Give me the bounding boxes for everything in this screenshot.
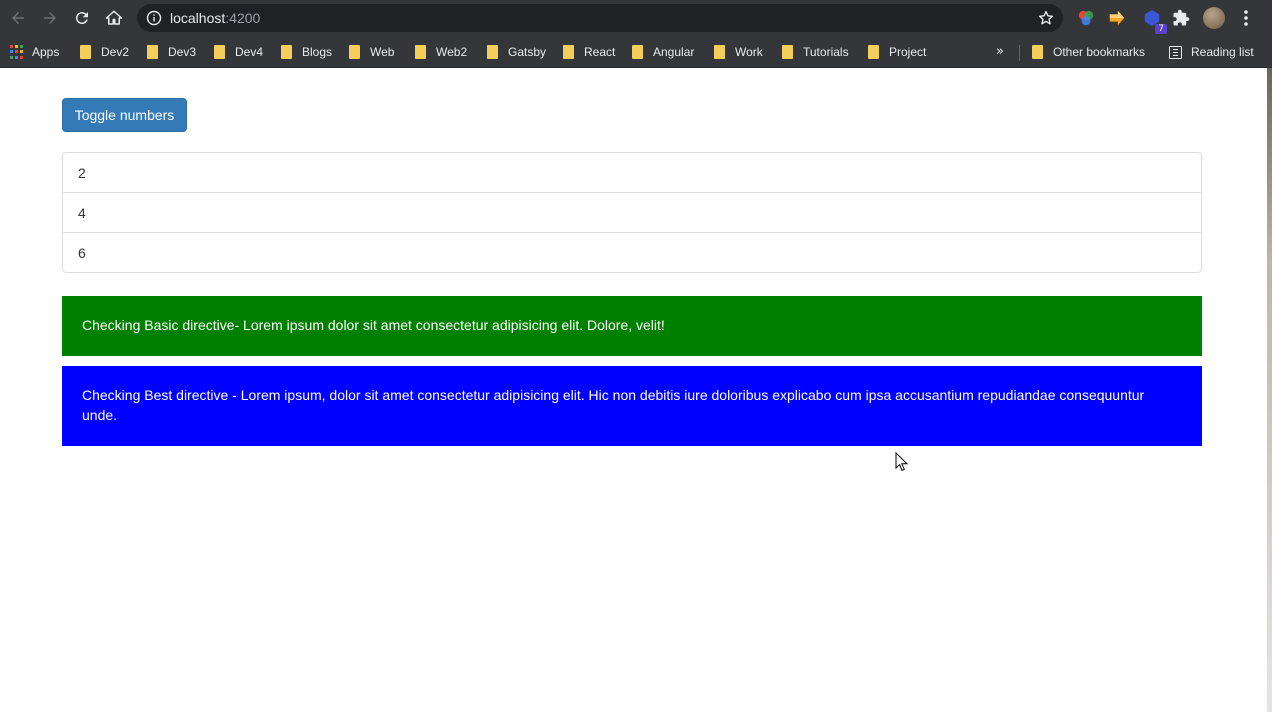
bookmark-folder-blogs[interactable]: Blogs [281,42,332,62]
extension-arrow-icon[interactable] [1107,8,1127,28]
bookmark-label: Blogs [302,45,333,59]
url-port: :4200 [225,10,261,26]
bookmark-label: Dev4 [235,45,264,59]
window-edge [1267,68,1272,712]
info-icon[interactable] [146,10,162,26]
bookmarks-divider [1019,45,1020,61]
bookmark-folder-angular[interactable]: Angular [632,42,694,62]
url-host: localhost [170,10,226,26]
bookmark-label: Web2 [436,45,468,59]
bookmark-label: React [584,45,616,59]
extension-badge-count: 7 [1155,24,1167,34]
basic-directive-box: Checking Basic directive- Lorem ipsum do… [62,296,1202,356]
bookmark-star-icon[interactable] [1037,9,1055,27]
bookmark-folder-dev4[interactable]: Dev4 [214,42,263,62]
bookmark-folder-other[interactable]: Other bookmarks [1032,42,1145,62]
bookmarks-bar: Apps Dev2 Dev3 Dev4 Blogs Web Web2 Gatsb… [0,36,1272,68]
apps-grid-icon [10,45,24,59]
reading-list-icon [1169,45,1182,59]
toggle-numbers-button[interactable]: Toggle numbers [62,98,187,132]
menu-dots-icon[interactable] [1237,8,1255,28]
bookmark-label: Tutorials [803,45,849,59]
bookmark-folder-dev2[interactable]: Dev2 [80,42,129,62]
reload-icon [75,12,88,25]
extension-badge-icon[interactable]: 7 [1142,8,1167,34]
arrow-right-icon [44,12,56,24]
folder-icon [487,45,498,59]
folder-icon [214,45,225,59]
folder-icon [415,45,426,59]
bookmark-label: Gatsby [508,45,547,59]
extensions-puzzle-icon[interactable] [1171,8,1191,28]
bookmark-label: Project [889,45,927,59]
browser-toolbar: localhost:4200 7 [0,0,1272,36]
folder-icon [563,45,574,59]
reading-list-button[interactable]: Reading list [1169,42,1254,62]
back-button[interactable] [2,2,34,34]
page-content: Toggle numbers 2 4 6 Checking Basic dire… [0,68,1267,712]
folder-icon [1032,45,1043,59]
list-item: 2 [62,152,1202,193]
arrow-left-icon [12,12,24,24]
mouse-cursor-icon [895,452,909,472]
bookmark-folder-project[interactable]: Project [868,42,926,62]
extension-colorful-icon[interactable] [1076,8,1096,28]
bookmark-label: Dev2 [101,45,130,59]
home-icon [105,10,123,25]
list-item: 6 [62,232,1202,273]
list-item: 4 [62,192,1202,233]
bookmark-label: Other bookmarks [1053,45,1146,59]
bookmark-folder-react[interactable]: React [563,42,615,62]
folder-icon [714,45,725,59]
bookmarks-overflow-button[interactable]: » [996,44,1004,59]
bookmark-folder-gatsby[interactable]: Gatsby [487,42,546,62]
bookmark-folder-web2[interactable]: Web2 [415,42,467,62]
profile-avatar[interactable] [1203,7,1225,29]
bookmark-label: Dev3 [168,45,197,59]
reading-list-label: Reading list [1191,45,1254,59]
reload-button[interactable] [66,2,98,34]
folder-icon [147,45,158,59]
best-directive-box: Checking Best directive - Lorem ipsum, d… [62,366,1202,446]
bookmark-folder-web[interactable]: Web [349,42,394,62]
bookmark-apps[interactable]: Apps [10,42,59,62]
bookmark-label: Web [370,45,395,59]
address-bar[interactable]: localhost:4200 [137,4,1063,32]
home-button[interactable] [98,2,130,34]
bookmark-folder-dev3[interactable]: Dev3 [147,42,196,62]
folder-icon [782,45,793,59]
bookmark-folder-tutorials[interactable]: Tutorials [782,42,849,62]
folder-icon [281,45,292,59]
folder-icon [868,45,879,59]
folder-icon [632,45,643,59]
bookmark-label: Work [735,45,763,59]
forward-button[interactable] [34,2,66,34]
folder-icon [80,45,91,59]
numbers-list: 2 4 6 [62,152,1202,273]
folder-icon [349,45,360,59]
bookmark-folder-work[interactable]: Work [714,42,763,62]
bookmark-label: Apps [32,45,60,59]
bookmark-label: Angular [653,45,695,59]
